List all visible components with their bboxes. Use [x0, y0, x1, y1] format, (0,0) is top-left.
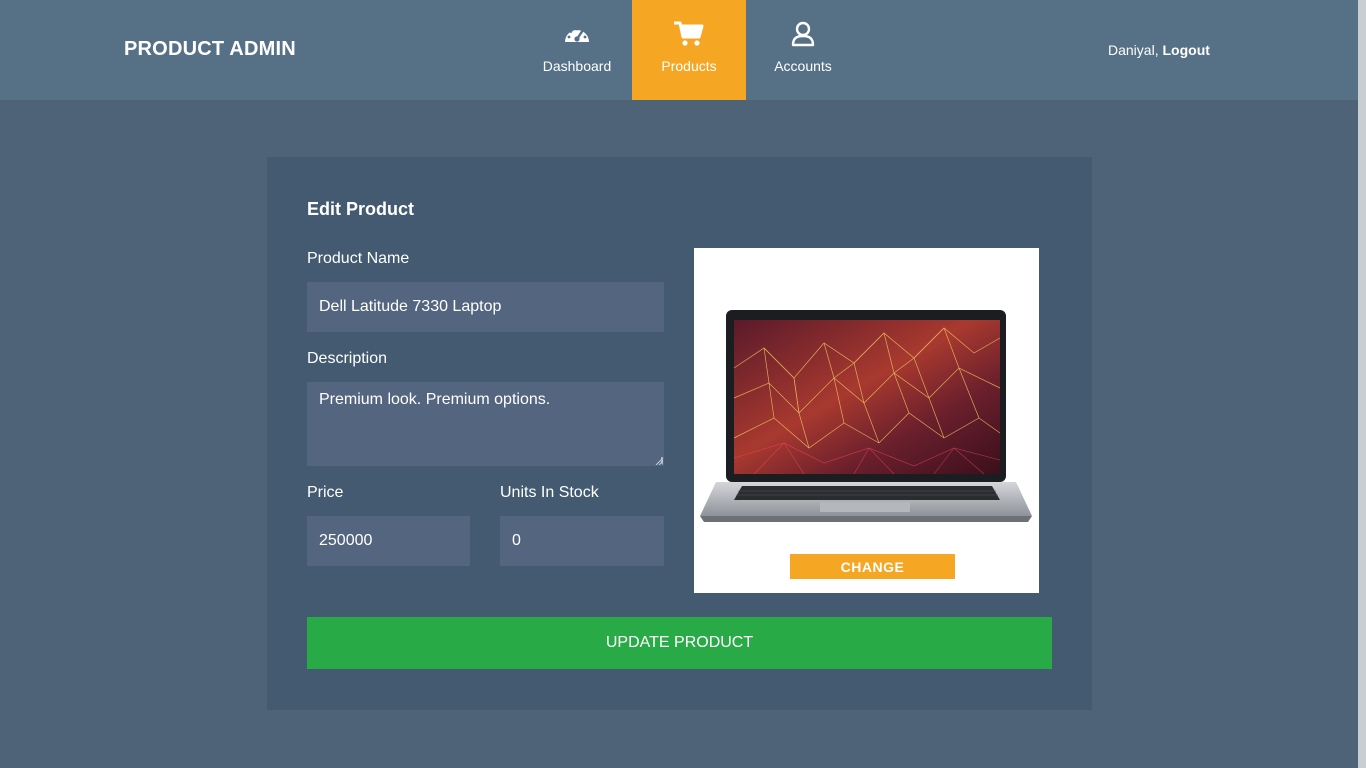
- description-textarea[interactable]: Premium look. Premium options.: [307, 382, 664, 466]
- product-name-label: Product Name: [307, 250, 410, 267]
- nav-label-products: Products: [661, 58, 717, 74]
- main-nav: Dashboard Products Accounts: [522, 0, 860, 100]
- update-product-button[interactable]: UPDATE PRODUCT: [307, 617, 1052, 669]
- user-info: Daniyal, Logout: [1108, 42, 1210, 58]
- edit-product-card: Edit Product Product Name Dell Latitude …: [267, 157, 1092, 710]
- price-label: Price: [307, 484, 344, 501]
- description-label: Description: [307, 350, 388, 367]
- stock-label: Units In Stock: [500, 484, 599, 501]
- brand-logo-text[interactable]: PRODUCT ADMIN: [124, 38, 296, 61]
- product-image: [700, 310, 1032, 522]
- stock-input[interactable]: 0: [500, 516, 664, 566]
- change-image-button[interactable]: CHANGE: [790, 554, 955, 579]
- nav-label-accounts: Accounts: [774, 58, 832, 74]
- top-navbar: PRODUCT ADMIN Dashboard Products Account…: [0, 0, 1358, 100]
- nav-item-accounts[interactable]: Accounts: [746, 0, 860, 100]
- shopping-cart-icon: [674, 20, 704, 48]
- description-value: Premium look. Premium options.: [319, 391, 551, 408]
- user-icon: [791, 20, 815, 48]
- logout-link[interactable]: Logout: [1162, 42, 1209, 58]
- nav-item-products[interactable]: Products: [632, 0, 746, 100]
- page-title: Edit Product: [307, 199, 414, 219]
- product-name-input[interactable]: Dell Latitude 7330 Laptop: [307, 282, 664, 332]
- resize-handle-icon[interactable]: [655, 457, 663, 465]
- nav-label-dashboard: Dashboard: [542, 58, 612, 74]
- product-image-box: CHANGE: [694, 248, 1039, 593]
- page-scrollbar[interactable]: [1358, 0, 1366, 768]
- price-input[interactable]: 250000: [307, 516, 470, 566]
- speedometer-icon: [563, 20, 591, 48]
- nav-item-dashboard[interactable]: Dashboard: [522, 0, 632, 100]
- user-name: Daniyal,: [1108, 42, 1159, 58]
